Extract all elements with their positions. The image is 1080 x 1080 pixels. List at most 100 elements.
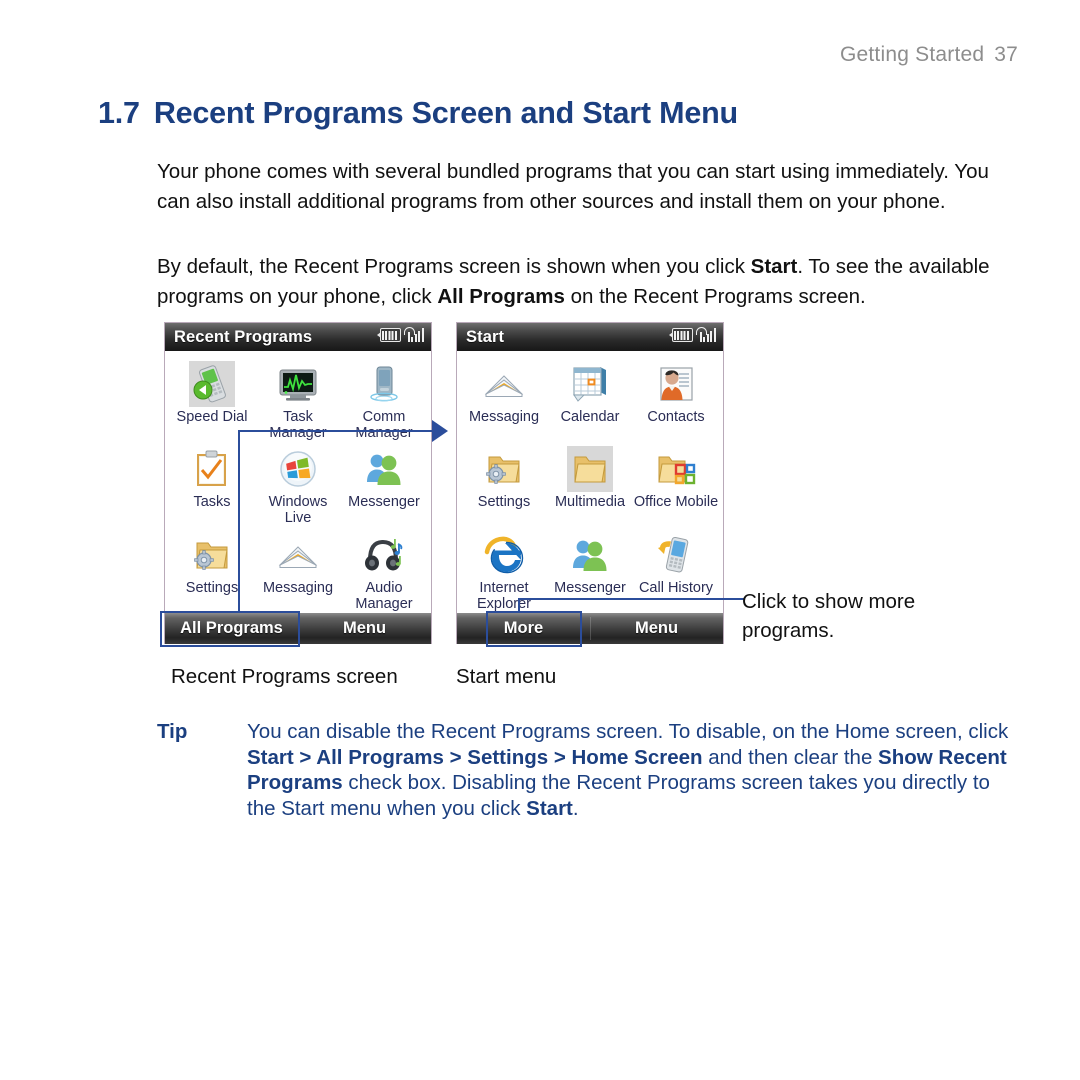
audio-manager-icon	[361, 532, 407, 578]
tip-text-7: .	[572, 796, 579, 820]
app-label-audio-manager: Audio Manager	[355, 579, 413, 612]
page-number: 37	[994, 43, 1018, 66]
running-head: Getting Started 37	[840, 43, 1018, 67]
app-label-messaging: Messaging	[468, 409, 540, 425]
app-label-messenger: Messenger	[348, 494, 420, 511]
intro-paragraph: Your phone comes with several bundled pr…	[157, 157, 1013, 218]
start-icon-grid: Messaging Calendar Contacts Settings Mul…	[457, 351, 723, 613]
recent-programs-screen: Recent Programs Speed Dial Task Manager …	[164, 322, 432, 644]
app-label-calendar: Calendar	[560, 409, 620, 425]
multimedia-folder-icon	[567, 446, 613, 493]
app-icon-windows-live[interactable]: Windows Live	[255, 442, 341, 527]
internet-explorer-icon	[481, 532, 527, 578]
start-status-icons	[669, 327, 716, 342]
app-icon-settings[interactable]: Settings	[169, 528, 255, 613]
app-icon-contacts[interactable]: Contacts	[633, 357, 719, 442]
callout-more-programs: Click to show more programs.	[742, 590, 916, 642]
app-label-internet-explorer: Internet Explorer	[477, 579, 531, 612]
app-icon-internet-explorer[interactable]: Internet Explorer	[461, 528, 547, 613]
start-titlebar: Start	[457, 323, 723, 351]
battery-icon	[377, 328, 401, 342]
app-icon-speed-dial[interactable]: Speed Dial	[169, 357, 255, 442]
app-icon-task-manager[interactable]: Task Manager	[255, 357, 341, 442]
caption-start-menu: Start menu	[456, 665, 557, 688]
app-icon-audio-manager[interactable]: Audio Manager	[341, 528, 427, 613]
speed-dial-icon	[189, 361, 235, 407]
caption-recent-programs: Recent Programs screen	[171, 665, 398, 688]
softkey-divider	[298, 617, 299, 640]
tip-label: Tip	[157, 720, 188, 743]
office-mobile-icon	[653, 446, 699, 492]
tip-text-1: You can disable the Recent Programs scre…	[247, 720, 1009, 743]
app-label-office-mobile: Office Mobile	[633, 494, 719, 511]
instruction-bold-all-programs: All Programs	[437, 285, 565, 308]
calendar-icon	[567, 361, 613, 407]
app-label-tasks: Tasks	[193, 494, 231, 511]
app-label-call-history: Call History	[638, 579, 714, 596]
start-menu-screen: Start Messaging Calendar Contacts Settin…	[456, 322, 724, 644]
app-icon-settings[interactable]: Settings	[461, 442, 547, 527]
messaging-icon	[275, 532, 321, 578]
app-icon-multimedia[interactable]: Multimedia	[547, 442, 633, 527]
app-icon-office-mobile[interactable]: Office Mobile	[633, 442, 719, 527]
running-head-text: Getting Started	[839, 43, 985, 66]
tip-path-bold: Start > All Programs > Settings > Home S…	[247, 745, 703, 769]
app-icon-calendar[interactable]: Calendar	[547, 357, 633, 442]
start-softkey-bar: More Menu	[457, 613, 723, 644]
section-title-text: Recent Programs Screen and Start Menu	[153, 96, 738, 131]
recent-titlebar: Recent Programs	[165, 323, 431, 351]
tip-body: You can disable the Recent Programs scre…	[247, 719, 1019, 821]
app-label-messenger: Messenger	[554, 579, 626, 596]
app-icon-comm-manager[interactable]: Comm Manager	[341, 357, 427, 442]
start-titlebar-text: Start	[466, 327, 505, 346]
task-manager-icon	[275, 361, 321, 407]
arrow-to-start-menu	[432, 420, 448, 442]
tip-text-3: and then clear the	[702, 745, 879, 769]
messenger-icon	[567, 532, 613, 578]
softkey-more[interactable]: More	[457, 613, 590, 644]
tip-text-5: check box. Disabling the Recent Programs…	[247, 771, 990, 820]
comm-manager-icon	[361, 361, 407, 407]
instruction-paragraph: By default, the Recent Programs screen i…	[157, 252, 1013, 313]
settings-folder-icon	[481, 446, 527, 492]
recent-softkey-bar: All Programs Menu	[165, 613, 431, 644]
messaging-icon	[481, 361, 527, 407]
app-label-settings: Settings	[477, 494, 531, 511]
app-label-windows-live: Windows Live	[268, 494, 328, 527]
messenger-icon	[361, 446, 407, 492]
softkey-menu-recent[interactable]: Menu	[298, 613, 431, 644]
recent-status-icons	[377, 327, 424, 342]
softkey-divider	[590, 617, 591, 640]
instruction-bold-start: Start	[750, 254, 798, 278]
app-label-contacts: Contacts	[647, 409, 705, 425]
tip-start-bold: Start	[526, 796, 573, 820]
app-label-multimedia: Multimedia	[554, 494, 626, 511]
app-label-messaging: Messaging	[262, 579, 334, 596]
app-icon-messaging[interactable]: Messaging	[461, 357, 547, 442]
figure-screens: Recent Programs Speed Dial Task Manager …	[160, 322, 1020, 697]
instruction-text-e: on the Recent Programs screen.	[564, 285, 866, 308]
softkey-all-programs[interactable]: All Programs	[165, 613, 298, 644]
app-icon-messenger[interactable]: Messenger	[547, 528, 633, 613]
intro-paragraph-text: Your phone comes with several bundled pr…	[157, 159, 989, 214]
app-icon-messenger[interactable]: Messenger	[341, 442, 427, 527]
app-label-speed-dial: Speed Dial	[176, 409, 248, 425]
tip-block: Tip You can disable the Recent Programs …	[157, 719, 1019, 821]
recent-titlebar-text: Recent Programs	[174, 327, 313, 346]
app-label-comm-manager: Comm Manager	[355, 409, 413, 441]
settings-folder-icon	[189, 532, 235, 578]
app-icon-tasks[interactable]: Tasks	[169, 442, 255, 527]
signal-icon	[404, 327, 424, 342]
contacts-icon	[653, 361, 699, 407]
app-icon-messaging[interactable]: Messaging	[255, 528, 341, 613]
page-title: 1.7 Recent Programs Screen and Start Menu	[98, 96, 738, 131]
section-number: 1.7	[98, 96, 140, 131]
app-label-settings: Settings	[185, 579, 239, 596]
battery-icon	[669, 328, 693, 342]
instruction-text-a: By default, the Recent Programs screen i…	[157, 254, 751, 278]
softkey-menu-start[interactable]: Menu	[590, 613, 723, 644]
app-icon-call-history[interactable]: Call History	[633, 528, 719, 613]
windows-live-icon	[275, 446, 321, 492]
signal-icon	[696, 327, 716, 342]
tasks-icon	[189, 446, 235, 492]
